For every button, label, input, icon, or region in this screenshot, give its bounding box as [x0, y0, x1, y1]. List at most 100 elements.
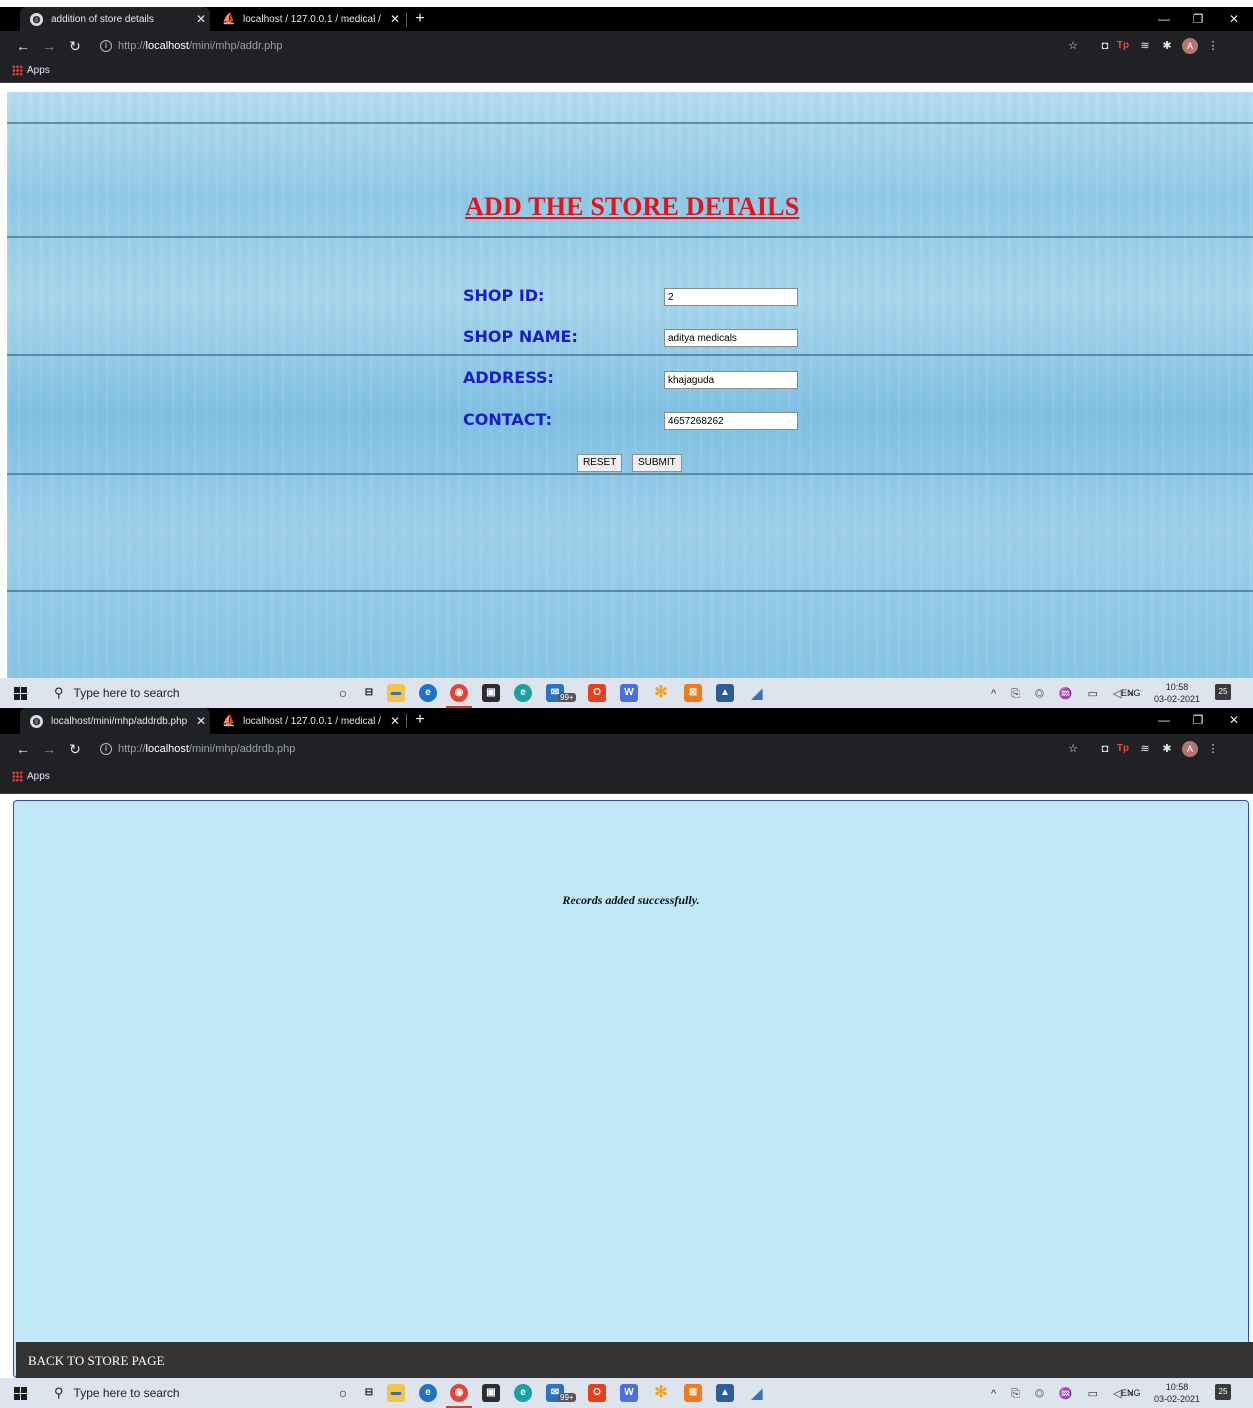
- settings-gear-icon[interactable]: ✻: [652, 1384, 670, 1402]
- store-icon[interactable]: ▣: [482, 1384, 500, 1402]
- reload-icon[interactable]: ↻: [66, 740, 84, 758]
- snip-icon[interactable]: ◢: [748, 684, 766, 702]
- language-indicator[interactable]: ENG: [1121, 688, 1141, 698]
- file-explorer-icon[interactable]: ▬: [387, 1384, 405, 1402]
- shop-name-input[interactable]: [664, 329, 798, 347]
- tray-icons[interactable]: ^ ⎘ ◎ ♒ ▭ ◁×: [991, 1387, 1140, 1401]
- clock[interactable]: 10:58 03-02-2021: [1153, 681, 1201, 705]
- url-protocol: http://: [118, 40, 146, 52]
- file-explorer-icon[interactable]: ▬: [387, 684, 405, 702]
- minimize-button[interactable]: —: [1146, 708, 1182, 732]
- chrome-icon[interactable]: ◉: [450, 1384, 468, 1402]
- xampp-icon[interactable]: ⊠: [684, 1384, 702, 1402]
- pocket-extension-icon[interactable]: ◘: [1098, 39, 1112, 53]
- plank-line: [7, 236, 1253, 238]
- task-view-icon[interactable]: ⊟: [360, 684, 378, 702]
- tab-separator: [406, 13, 407, 27]
- xampp-icon[interactable]: ⊠: [684, 684, 702, 702]
- close-tab-icon[interactable]: ✕: [192, 714, 210, 728]
- profile-avatar[interactable]: A: [1182, 38, 1198, 54]
- back-icon[interactable]: ←: [14, 740, 32, 758]
- edge-icon[interactable]: e: [514, 1384, 532, 1402]
- task-view-icon[interactable]: ⊟: [360, 1384, 378, 1402]
- url-host: localhost: [145, 40, 189, 52]
- address-bar[interactable]: i http://localhost/mini/mhp/addrdb.php: [94, 738, 1054, 760]
- taskbar-search-box[interactable]: ⚲ Type here to search: [40, 678, 315, 708]
- back-icon[interactable]: ←: [14, 37, 32, 55]
- edge-legacy-icon[interactable]: e: [419, 1384, 437, 1402]
- site-info-icon[interactable]: i: [100, 40, 112, 52]
- close-tab-icon[interactable]: ✕: [192, 12, 210, 26]
- close-window-button[interactable]: ✕: [1216, 7, 1252, 31]
- snip-icon[interactable]: ◢: [748, 1384, 766, 1402]
- extensions-puzzle-icon[interactable]: ✱: [1160, 742, 1174, 756]
- tab-phpmyadmin[interactable]: ⛵ localhost / 127.0.0.1 / medical / ✕: [212, 7, 404, 31]
- menu-kebab-icon[interactable]: ⋮: [1206, 742, 1220, 756]
- apps-shortcut[interactable]: Apps: [12, 65, 50, 76]
- notification-center-icon[interactable]: 25: [1215, 1384, 1231, 1400]
- minimize-button[interactable]: —: [1146, 7, 1182, 31]
- tray-icons[interactable]: ^ ⎘ ◎ ♒ ▭ ◁×: [991, 687, 1140, 701]
- new-tab-button[interactable]: +: [408, 7, 432, 31]
- stats-extension-icon[interactable]: ≋: [1138, 742, 1152, 756]
- cortana-icon[interactable]: ○: [334, 684, 352, 702]
- clock[interactable]: 10:58 03-02-2021: [1153, 1381, 1201, 1405]
- forward-icon[interactable]: →: [40, 740, 58, 758]
- edge-legacy-icon[interactable]: e: [419, 684, 437, 702]
- photos-icon[interactable]: ▲: [716, 1384, 734, 1402]
- office-icon[interactable]: O: [588, 684, 606, 702]
- photos-icon[interactable]: ▲: [716, 684, 734, 702]
- back-to-store-link[interactable]: BACK TO STORE PAGE: [28, 1353, 164, 1369]
- tab-addrdb[interactable]: ◍ localhost/mini/mhp/addrdb.php ✕: [20, 708, 210, 734]
- taskbar-search-box[interactable]: ⚲ Type here to search: [40, 1378, 315, 1408]
- bookmark-star-icon[interactable]: ☆: [1066, 39, 1080, 53]
- chrome-icon[interactable]: ◉: [450, 684, 468, 702]
- browser-window-result: ◍ localhost/mini/mhp/addrdb.php ✕ ⛵ loca…: [0, 708, 1253, 1408]
- close-window-button[interactable]: ✕: [1216, 708, 1252, 732]
- bookmark-star-icon[interactable]: ☆: [1066, 742, 1080, 756]
- page-content-add-store: ADD THE STORE DETAILS SHOP ID: SHOP NAME…: [7, 92, 1253, 678]
- windows-start-icon[interactable]: [14, 687, 27, 700]
- close-tab-icon[interactable]: ✕: [386, 714, 404, 728]
- submit-button[interactable]: SUBMIT: [632, 454, 682, 472]
- extensions-puzzle-icon[interactable]: ✱: [1160, 39, 1174, 53]
- reset-button[interactable]: RESET: [577, 454, 623, 472]
- apps-grid-icon: [12, 65, 23, 76]
- windows-start-icon[interactable]: [14, 1387, 27, 1400]
- new-tab-button[interactable]: +: [408, 708, 432, 732]
- word-icon[interactable]: W: [620, 1384, 638, 1402]
- page-title: ADD THE STORE DETAILS: [465, 192, 800, 221]
- office-icon[interactable]: O: [588, 1384, 606, 1402]
- address-label: ADDRESS:: [463, 368, 554, 387]
- maximize-button[interactable]: ❐: [1180, 7, 1216, 31]
- apps-shortcut[interactable]: Apps: [12, 771, 50, 782]
- clock-date: 03-02-2021: [1153, 1394, 1201, 1404]
- shop-id-input[interactable]: [664, 288, 798, 306]
- address-input[interactable]: [664, 371, 798, 389]
- cortana-icon[interactable]: ○: [334, 1384, 352, 1402]
- address-bar[interactable]: i http://localhost/mini/mhp/addr.php: [94, 35, 1054, 57]
- forward-icon[interactable]: →: [40, 37, 58, 55]
- close-tab-icon[interactable]: ✕: [386, 12, 404, 26]
- reload-icon[interactable]: ↻: [66, 37, 84, 55]
- edge-icon[interactable]: e: [514, 684, 532, 702]
- menu-kebab-icon[interactable]: ⋮: [1206, 39, 1220, 53]
- stats-extension-icon[interactable]: ≋: [1138, 39, 1152, 53]
- language-indicator[interactable]: ENG: [1121, 1388, 1141, 1398]
- taskbar-search-placeholder: Type here to search: [73, 1386, 180, 1400]
- profile-avatar[interactable]: A: [1182, 741, 1198, 757]
- contact-input[interactable]: [664, 412, 798, 430]
- url-protocol: http://: [118, 743, 146, 755]
- maximize-button[interactable]: ❐: [1180, 708, 1216, 732]
- notification-center-icon[interactable]: 25: [1215, 684, 1231, 700]
- tp-extension-icon[interactable]: Tp: [1116, 39, 1130, 53]
- tab-addition-of-store-details[interactable]: ◍ addition of store details ✕: [20, 7, 210, 31]
- site-info-icon[interactable]: i: [100, 743, 112, 755]
- store-icon[interactable]: ▣: [482, 684, 500, 702]
- word-icon[interactable]: W: [620, 684, 638, 702]
- pocket-extension-icon[interactable]: ◘: [1098, 742, 1112, 756]
- tab-phpmyadmin[interactable]: ⛵ localhost / 127.0.0.1 / medical / ✕: [212, 708, 404, 734]
- apps-label: Apps: [27, 65, 50, 76]
- tp-extension-icon[interactable]: Tp: [1116, 742, 1130, 756]
- settings-gear-icon[interactable]: ✻: [652, 684, 670, 702]
